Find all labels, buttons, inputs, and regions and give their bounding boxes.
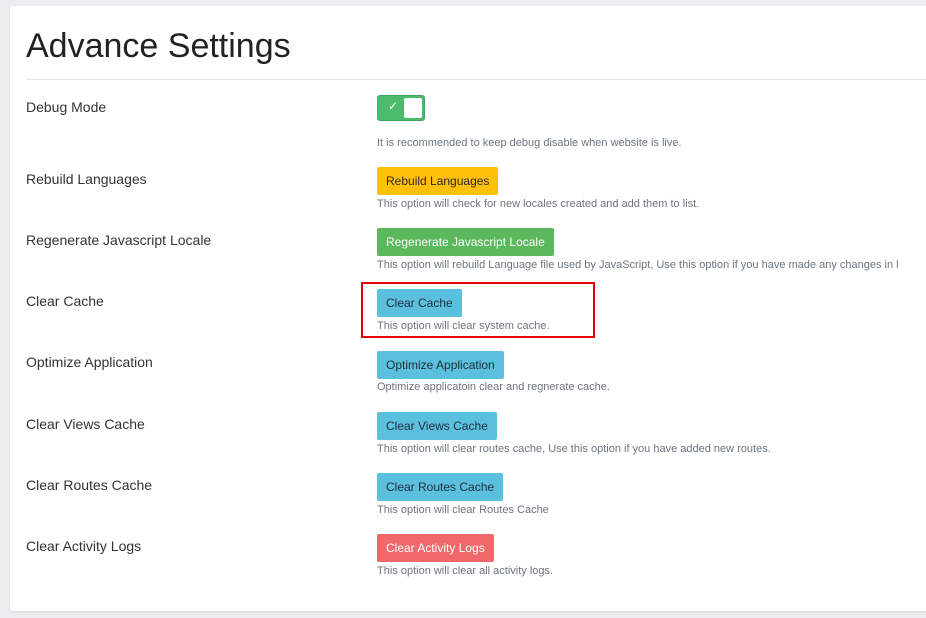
debug-mode-toggle[interactable]: ✓ — [377, 95, 425, 121]
clear-views-cache-label: Clear Views Cache — [26, 416, 145, 432]
clear-routes-cache-button[interactable]: Clear Routes Cache — [377, 473, 504, 501]
clear-activity-logs-button[interactable]: Clear Activity Logs — [377, 534, 494, 562]
page-title: Advance Settings — [26, 27, 291, 65]
optimize-application-help: Optimize applicatoin clear and regnerate… — [377, 381, 610, 393]
rebuild-languages-help: This option will check for new locales c… — [377, 198, 700, 210]
debug-mode-help: It is recommended to keep debug disable … — [377, 137, 682, 149]
rebuild-languages-button[interactable]: Rebuild Languages — [377, 167, 499, 195]
clear-activity-logs-label: Clear Activity Logs — [26, 538, 142, 554]
clear-routes-cache-help: This option will clear Routes Cache — [377, 504, 549, 516]
regenerate-js-locale-label: Regenerate Javascript Locale — [26, 232, 212, 248]
clear-views-cache-button[interactable]: Clear Views Cache — [377, 412, 497, 440]
clear-cache-help: This option will clear system cache. — [377, 320, 550, 332]
check-icon: ✓ — [388, 99, 399, 113]
regenerate-js-locale-button[interactable]: Regenerate Javascript Locale — [377, 228, 554, 256]
rebuild-languages-label: Rebuild Languages — [26, 171, 147, 187]
toggle-knob — [404, 98, 422, 118]
clear-cache-button[interactable]: Clear Cache — [377, 289, 462, 317]
clear-views-cache-help: This option will clear routes cache, Use… — [377, 443, 771, 455]
optimize-application-button[interactable]: Optimize Application — [377, 351, 504, 379]
clear-activity-logs-help: This option will clear all activity logs… — [377, 565, 554, 577]
title-divider — [26, 79, 926, 80]
clear-routes-cache-label: Clear Routes Cache — [26, 477, 153, 493]
regenerate-js-locale-help: This option will rebuild Language file u… — [377, 259, 899, 271]
debug-mode-label: Debug Mode — [26, 99, 107, 115]
optimize-application-label: Optimize Application — [26, 354, 153, 370]
settings-card — [10, 6, 926, 611]
clear-cache-label: Clear Cache — [26, 293, 104, 309]
